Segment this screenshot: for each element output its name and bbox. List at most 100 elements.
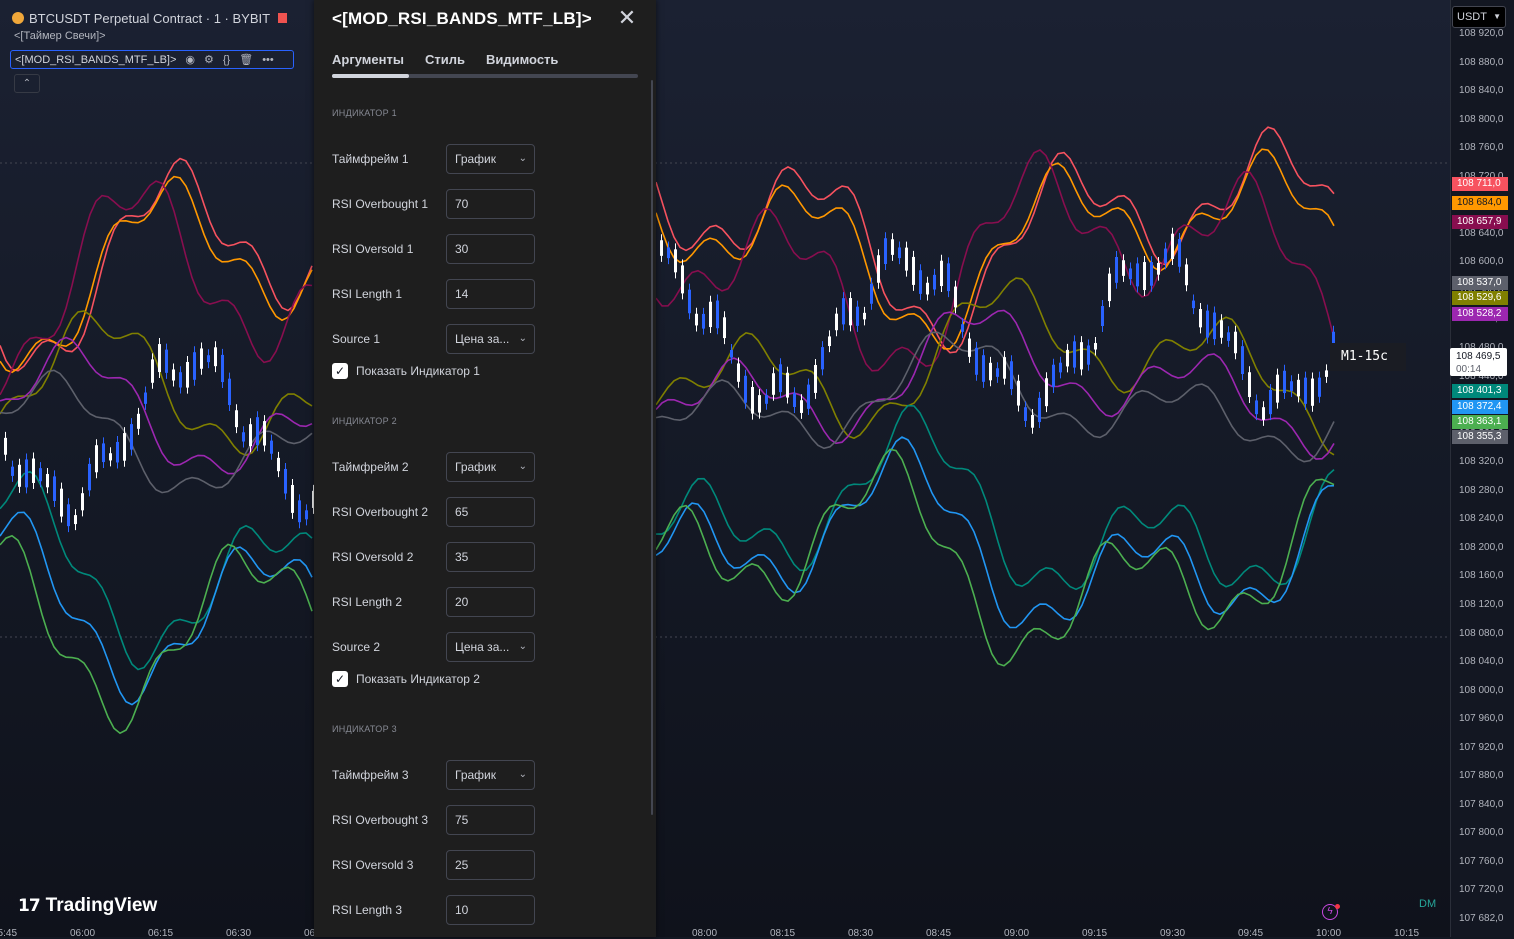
candle-timer-indicator-label[interactable]: <[Таймер Свечи]> (14, 28, 287, 44)
number-input[interactable]: 75 (446, 805, 535, 835)
field-value: 30 (455, 242, 469, 256)
eye-icon[interactable]: ◉ (185, 53, 195, 66)
tradingview-logo[interactable]: 17 TradingView (18, 895, 157, 917)
candle (1143, 262, 1146, 291)
symbol-row[interactable]: BTCUSDT Perpetual Contract · 1 · BYBIT (12, 8, 288, 28)
candle (298, 500, 301, 523)
candle (144, 392, 147, 404)
candle (1269, 389, 1272, 415)
candle (186, 361, 189, 388)
candle (207, 355, 210, 363)
settings-icon[interactable]: ⚙ (204, 53, 214, 66)
price-tick: 107 760,0 (1459, 855, 1504, 867)
select-field[interactable]: График ⌄ (446, 452, 535, 482)
field-label: Source 2 (332, 640, 381, 654)
candle (1304, 377, 1307, 404)
price-tick: 107 682,0 (1459, 913, 1504, 924)
candle (835, 313, 838, 331)
tab-visibility[interactable]: Видимость (486, 52, 558, 73)
candle (793, 393, 796, 407)
candle (898, 247, 901, 259)
candle (779, 364, 782, 393)
candle (1276, 374, 1279, 403)
candle (926, 282, 929, 295)
candle (709, 301, 712, 328)
lower-band-line (656, 404, 1335, 591)
candle (800, 400, 803, 413)
candle (1024, 407, 1027, 421)
checkmark-icon[interactable]: ✓ (332, 671, 348, 687)
number-input[interactable]: 14 (446, 279, 535, 309)
tab-arguments[interactable]: Аргументы (332, 52, 404, 73)
select-field[interactable]: График ⌄ (446, 144, 535, 174)
candle (674, 249, 677, 273)
btc-coin-icon (12, 12, 24, 24)
select-field[interactable]: Цена за... ⌄ (446, 324, 535, 354)
currency-selector[interactable]: USDT ▼ (1452, 6, 1506, 28)
candle (933, 274, 936, 290)
lower-band-3-line (655, 448, 1335, 667)
price-tick: 108 640,0 (1459, 227, 1504, 239)
flag-icon[interactable] (278, 13, 288, 23)
candle (688, 289, 691, 314)
number-input[interactable]: 35 (446, 542, 535, 572)
source-code-icon[interactable]: {} (223, 54, 230, 66)
candle (18, 464, 21, 487)
candle (277, 457, 280, 472)
candle (1080, 342, 1083, 370)
checkbox-label: Показать Индикатор 2 (356, 672, 480, 686)
price-tick: 108 280,0 (1459, 484, 1504, 496)
chevron-down-icon: ⌄ (518, 153, 527, 164)
number-input[interactable]: 25 (446, 850, 535, 880)
series-price-label: 108 355,3 (1452, 430, 1508, 444)
price-tick: 107 800,0 (1459, 827, 1504, 839)
candle (74, 515, 77, 525)
active-indicator-label[interactable]: <[MOD_RSI_BANDS_MTF_LB]> (15, 54, 176, 66)
price-chart[interactable] (0, 0, 1450, 937)
select-field[interactable]: График ⌄ (446, 760, 535, 790)
field-value: 70 (455, 197, 469, 211)
price-tick: 108 320,0 (1459, 456, 1504, 468)
number-input[interactable]: 70 (446, 189, 535, 219)
price-scale[interactable]: 108 920,0 108 880,0 108 840,0 108 800,0 108 … (1450, 0, 1514, 937)
checkmark-icon[interactable]: ✓ (332, 363, 348, 379)
select-field[interactable]: Цена за... ⌄ (446, 632, 535, 662)
show-indicator-checkbox[interactable]: ✓ Показать Индикатор 1 (332, 363, 480, 379)
number-input[interactable]: 20 (446, 587, 535, 617)
delete-icon[interactable]: 🗑 (239, 53, 253, 66)
candle (270, 440, 273, 454)
more-icon[interactable]: ••• (262, 54, 274, 66)
time-tick: 08:45 (926, 928, 952, 939)
tab-style[interactable]: Стиль (425, 52, 465, 73)
number-input[interactable]: 10 (446, 895, 535, 925)
candle (256, 417, 259, 446)
number-input[interactable]: 30 (446, 234, 535, 264)
symbol-title[interactable]: BTCUSDT Perpetual Contract · 1 · BYBIT (29, 11, 270, 26)
candle (305, 510, 308, 520)
candle (116, 441, 119, 463)
field-label: RSI Oversold 1 (332, 242, 414, 256)
field-label: RSI Length 3 (332, 903, 403, 917)
time-tick: 10:15 (1394, 928, 1420, 939)
candle (95, 445, 98, 473)
candle (660, 240, 663, 256)
candle (961, 324, 964, 332)
candle (1094, 343, 1097, 350)
candle (954, 286, 957, 308)
price-tick: 108 080,0 (1459, 627, 1504, 639)
field-label: RSI Length 1 (332, 287, 403, 301)
time-tick: 09:00 (1004, 928, 1030, 939)
scrollbar[interactable] (651, 80, 653, 815)
candle (200, 348, 203, 369)
section-title: ИНДИКАТОР 1 (332, 108, 397, 118)
mid-line-3 (655, 331, 1335, 463)
dm-label: DM (1419, 898, 1437, 910)
price-tick: 107 880,0 (1459, 770, 1504, 782)
candle (179, 372, 182, 388)
show-indicator-checkbox[interactable]: ✓ Показать Индикатор 2 (332, 671, 480, 687)
active-indicator-legend[interactable]: <[MOD_RSI_BANDS_MTF_LB]> ◉ ⚙ {} 🗑 ••• (10, 50, 294, 69)
field-value: 65 (455, 505, 469, 519)
number-input[interactable]: 65 (446, 497, 535, 527)
collapse-legend-button[interactable]: ⌃ (14, 74, 40, 93)
close-icon[interactable]: ✕ (616, 7, 638, 30)
